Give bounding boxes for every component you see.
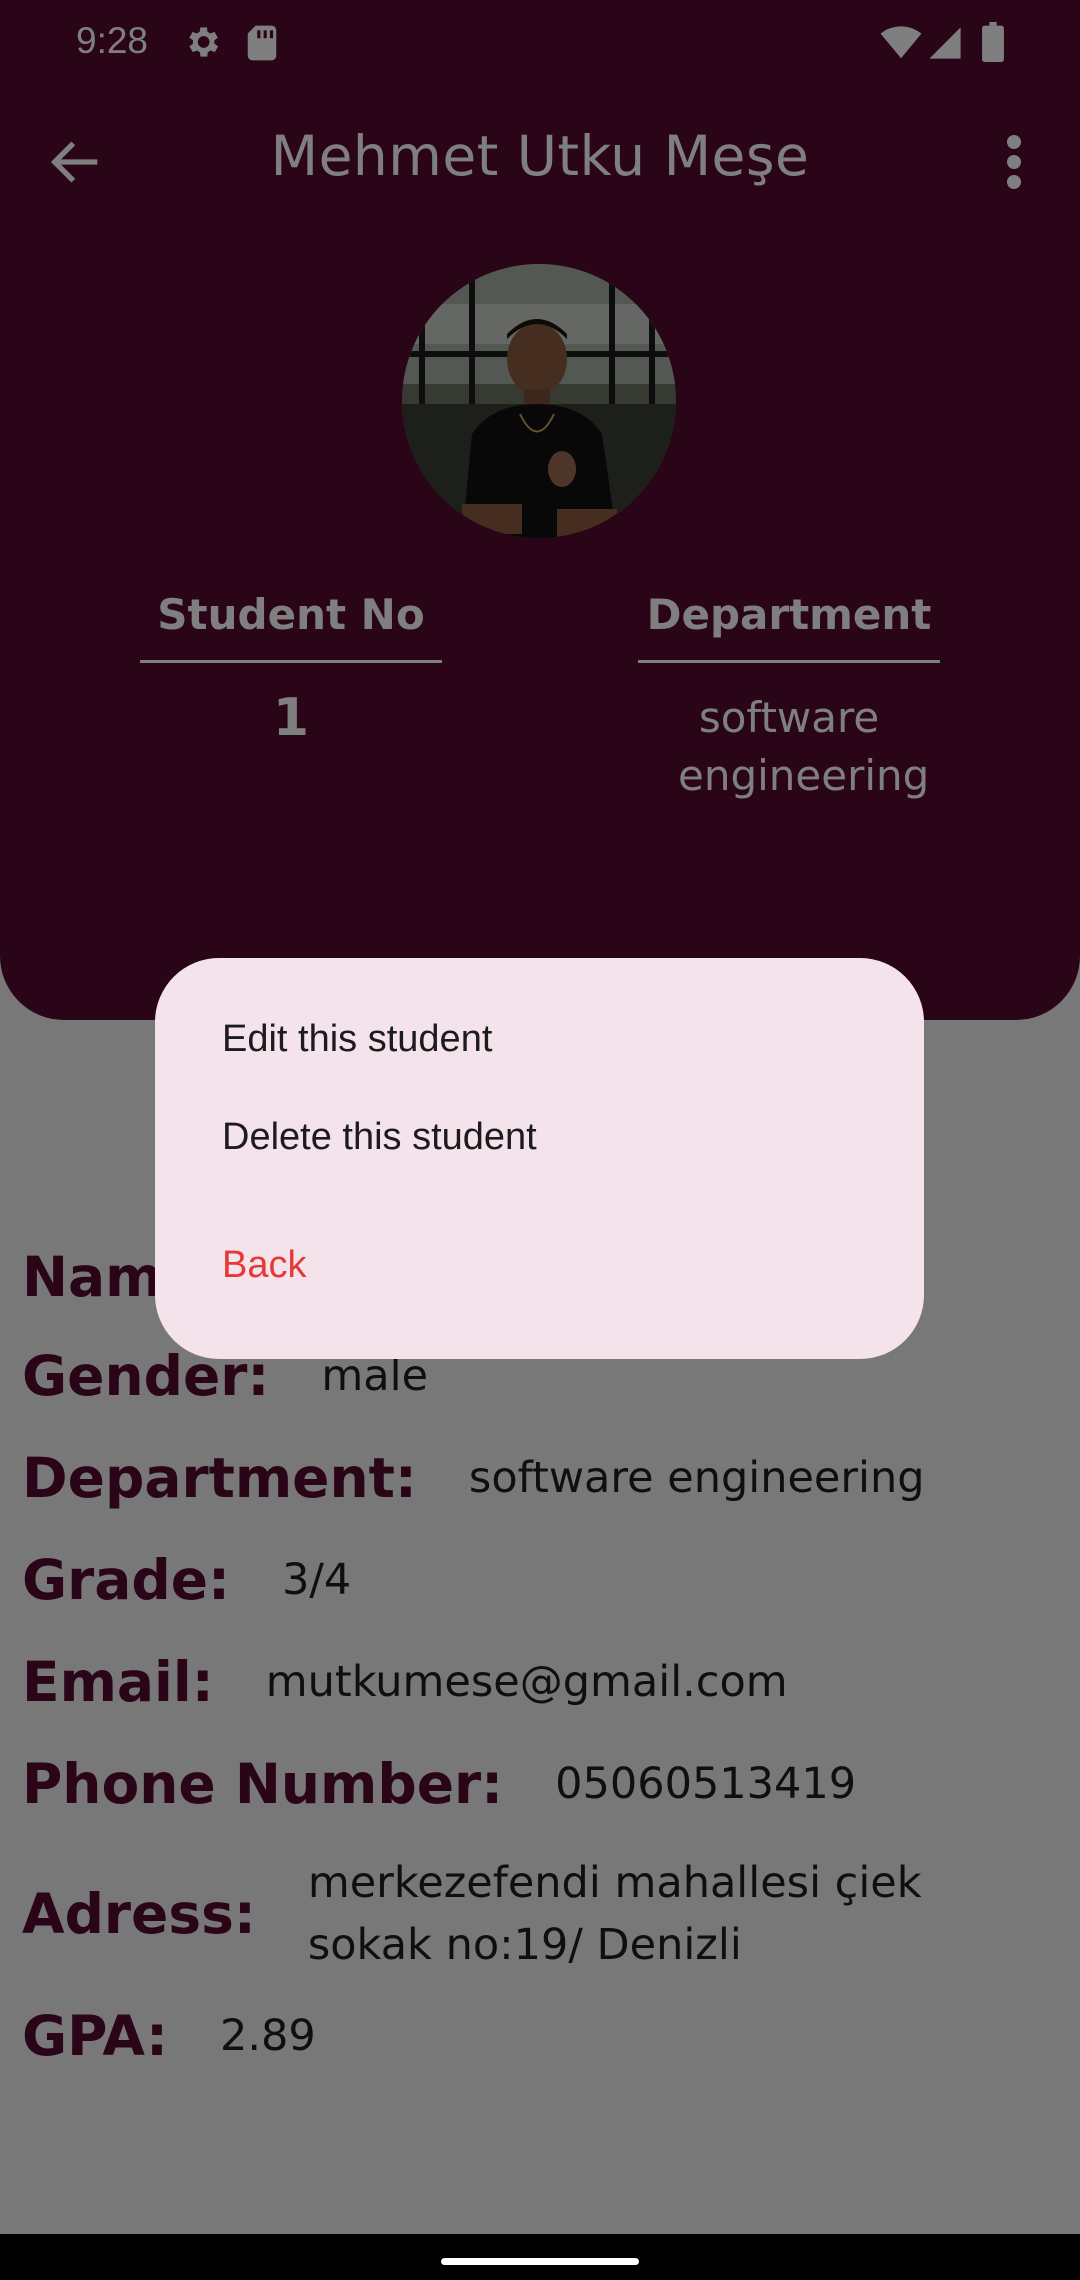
delete-student-option[interactable]: Delete this student [222,1116,537,1159]
edit-student-option[interactable]: Edit this student [222,1018,492,1061]
system-nav-bar [0,2234,1080,2280]
home-gesture-pill[interactable] [441,2258,639,2265]
options-dialog: Edit this student Delete this student Ba… [155,958,924,1359]
back-button[interactable]: Back [222,1244,306,1287]
